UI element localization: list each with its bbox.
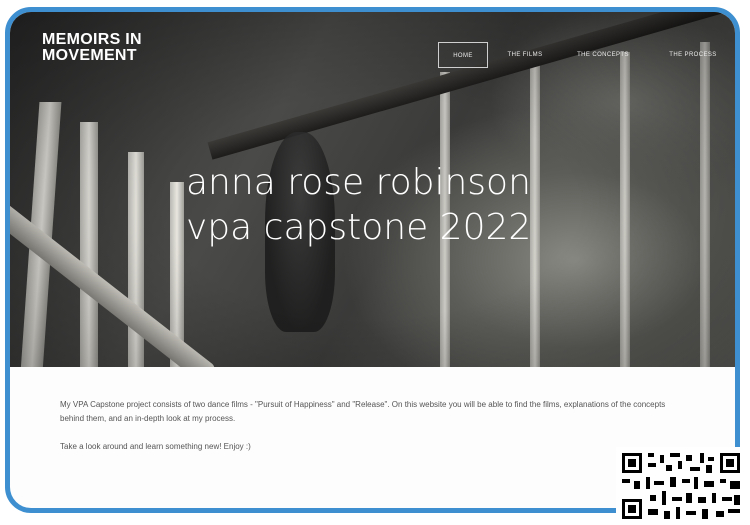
hero-banner: MEMOIRS IN MOVEMENT HOME THE FILMS THE C… <box>10 12 735 367</box>
intro-content: My VPA Capstone project consists of two … <box>60 398 680 468</box>
nav-the-concepts[interactable]: THE CONCEPTS <box>568 42 638 68</box>
main-nav: HOME THE FILMS THE CONCEPTS THE PROCESS <box>10 42 735 68</box>
intro-closing: Take a look around and learn something n… <box>60 442 251 451</box>
nav-the-process[interactable]: THE PROCESS <box>658 42 728 68</box>
hero-heading-line-1: anna rose robinson <box>186 162 531 203</box>
hero-heading: anna rose robinson vpa capstone 2022 <box>186 160 686 250</box>
nav-the-films[interactable]: THE FILMS <box>502 42 548 68</box>
qr-code-graphic <box>620 451 742 521</box>
hero-heading-line-2: vpa capstone 2022 <box>186 207 532 248</box>
browser-frame: MEMOIRS IN MOVEMENT HOME THE FILMS THE C… <box>5 7 740 513</box>
nav-home[interactable]: HOME <box>438 42 488 68</box>
qr-code-icon <box>616 447 746 525</box>
intro-paragraph: My VPA Capstone project consists of two … <box>60 400 666 423</box>
